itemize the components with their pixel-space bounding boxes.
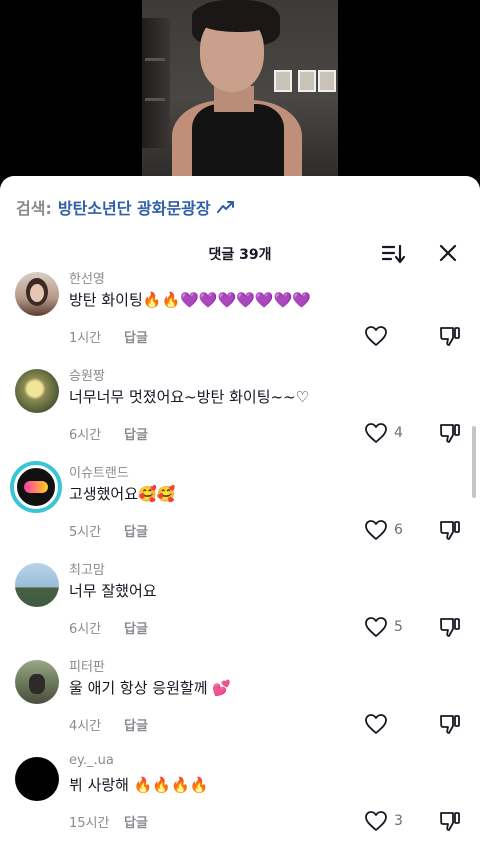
- like-button[interactable]: 3: [364, 810, 404, 832]
- comment-text: 너무너무 멋졌어요~방탄 화이팅~~♡: [69, 388, 310, 406]
- comment-item: 피터판 울 애기 항상 응원할께 💕 4시간 답글: [0, 652, 480, 749]
- comment-list[interactable]: 한선영 방탄 화이팅🔥🔥💜💜💜💜💜💜💜 1시간 답글 승원짱 너무너무 멋졌어요…: [0, 272, 480, 848]
- background-shelf: [142, 18, 170, 148]
- like-button[interactable]: 4: [364, 422, 404, 444]
- dislike-icon[interactable]: [438, 810, 462, 832]
- dislike-icon[interactable]: [438, 325, 462, 347]
- comment-meta: 6시간 답글: [69, 424, 148, 443]
- like-count: 5: [394, 619, 403, 635]
- heart-icon: [365, 423, 387, 443]
- reply-button[interactable]: 답글: [124, 424, 148, 443]
- comment-time: 4시간: [69, 719, 102, 734]
- reply-button[interactable]: 답글: [124, 715, 148, 734]
- dislike-icon[interactable]: [438, 519, 462, 541]
- avatar-logo: [14, 465, 58, 509]
- wall-picture: [318, 70, 336, 92]
- search-query-link[interactable]: 방탄소년단 광화문광장: [58, 195, 211, 219]
- comment-meta: 15시간 답글: [69, 812, 148, 831]
- heart-icon: [365, 714, 387, 734]
- like-button[interactable]: [364, 325, 404, 347]
- avatar[interactable]: [15, 272, 59, 316]
- comment-text: 뷔 사랑해 🔥🔥🔥🔥: [69, 776, 209, 794]
- comment-username[interactable]: 최고맘: [69, 559, 105, 578]
- avatar[interactable]: [15, 660, 59, 704]
- comment-list-scrollbar[interactable]: [472, 426, 476, 498]
- wall-picture: [298, 70, 316, 92]
- avatar[interactable]: [10, 461, 62, 513]
- comment-text: 방탄 화이팅🔥🔥💜💜💜💜💜💜💜: [69, 291, 311, 309]
- comment-text: 너무 잘했어요: [69, 582, 157, 600]
- comment-username[interactable]: 이슈트랜드: [69, 462, 129, 481]
- dislike-icon[interactable]: [438, 616, 462, 638]
- video-frame: [142, 0, 338, 176]
- comment-username[interactable]: 한선영: [69, 272, 105, 287]
- comment-meta: 5시간 답글: [69, 521, 148, 540]
- comment-username[interactable]: 피터판: [69, 656, 105, 675]
- comment-text: 울 애기 항상 응원할께 💕: [69, 679, 231, 697]
- comment-time: 5시간: [69, 525, 102, 540]
- heart-icon: [365, 811, 387, 831]
- video-player[interactable]: [0, 0, 480, 200]
- like-count: 6: [394, 522, 403, 538]
- comment-item: 최고맘 너무 잘했어요 6시간 답글 5: [0, 555, 480, 652]
- like-count: 3: [394, 813, 403, 829]
- dislike-icon[interactable]: [438, 713, 462, 735]
- search-suggestion[interactable]: 검색: 방탄소년단 광화문광장: [16, 194, 235, 220]
- comment-count-title: 댓글 39개: [208, 247, 272, 263]
- like-count: 4: [394, 425, 403, 441]
- comment-item: ey._.ua 뷔 사랑해 🔥🔥🔥🔥 15시간 답글 3: [0, 749, 480, 846]
- close-icon[interactable]: [438, 243, 458, 263]
- avatar[interactable]: [15, 369, 59, 413]
- comment-item: 이슈트랜드 고생했어요🥰🥰 5시간 답글 6: [0, 458, 480, 555]
- comment-username[interactable]: 승원짱: [69, 365, 105, 384]
- search-label: 검색:: [16, 199, 52, 218]
- dislike-icon[interactable]: [438, 422, 462, 444]
- comment-text: 고생했어요🥰🥰: [69, 485, 176, 503]
- comment-item: 승원짱 너무너무 멋졌어요~방탄 화이팅~~♡ 6시간 답글 4: [0, 361, 480, 458]
- avatar[interactable]: [15, 563, 59, 607]
- heart-icon: [365, 326, 387, 346]
- reply-button[interactable]: 답글: [124, 618, 148, 637]
- heart-icon: [365, 520, 387, 540]
- sort-icon[interactable]: [382, 244, 406, 264]
- comment-meta: 1시간 답글: [69, 327, 148, 346]
- person-tank-top: [192, 104, 284, 176]
- heart-icon: [365, 617, 387, 637]
- comments-header: 댓글 39개: [0, 240, 480, 268]
- like-button[interactable]: 6: [364, 519, 404, 541]
- comment-time: 15시간: [69, 816, 110, 831]
- wall-picture: [274, 70, 292, 92]
- trending-up-icon: [216, 201, 234, 213]
- reply-button[interactable]: 답글: [124, 327, 148, 346]
- like-button[interactable]: 5: [364, 616, 404, 638]
- comment-meta: 4시간 답글: [69, 715, 148, 734]
- avatar[interactable]: [15, 757, 59, 801]
- comment-time: 6시간: [69, 428, 102, 443]
- reply-button[interactable]: 답글: [124, 812, 148, 831]
- comment-item: 한선영 방탄 화이팅🔥🔥💜💜💜💜💜💜💜 1시간 답글: [0, 272, 480, 361]
- comment-meta: 6시간 답글: [69, 618, 148, 637]
- reply-button[interactable]: 답글: [124, 521, 148, 540]
- comment-time: 1시간: [69, 331, 102, 346]
- comments-sheet: 검색: 방탄소년단 광화문광장 댓글 39개 한선영 방탄 화이팅🔥🔥💜💜💜💜💜…: [0, 176, 480, 848]
- like-button[interactable]: [364, 713, 404, 735]
- comment-username[interactable]: ey._.ua: [69, 753, 114, 768]
- comment-time: 6시간: [69, 622, 102, 637]
